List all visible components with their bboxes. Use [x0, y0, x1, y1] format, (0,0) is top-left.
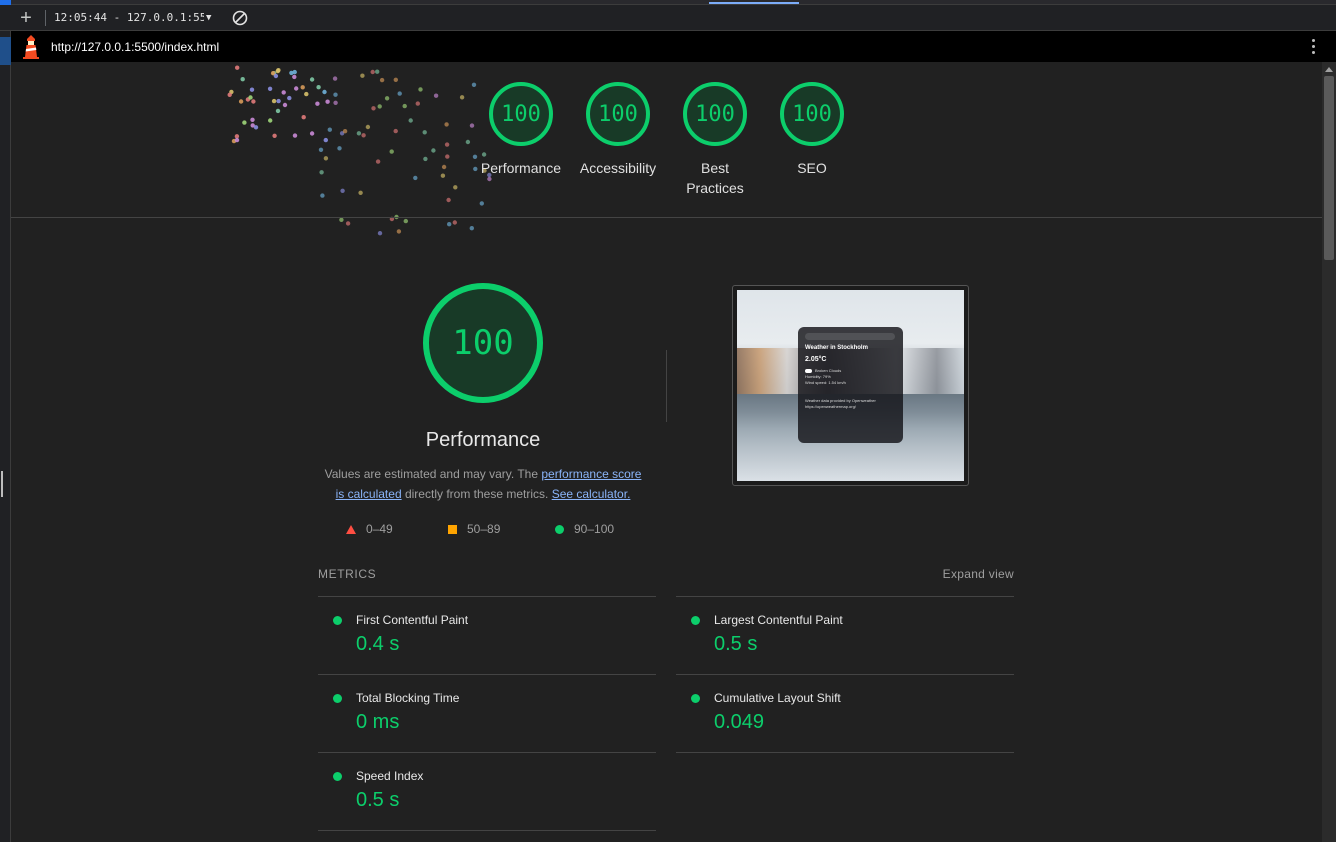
report-content: 100 Performance 100 Accessibility 100 Be…: [11, 62, 1322, 842]
gauge-label: Best Practices: [686, 160, 744, 196]
gauge-best-practices[interactable]: 100 Best Practices: [665, 82, 765, 198]
performance-score-link[interactable]: performance score: [541, 467, 641, 481]
gauge-ring: 100: [489, 82, 553, 146]
add-report-button[interactable]: +: [13, 5, 39, 31]
metric-divider: [318, 830, 656, 831]
cloud-icon: [805, 368, 812, 373]
performance-gauge: 100: [423, 283, 543, 403]
gauge-performance[interactable]: 100 Performance: [471, 82, 571, 178]
metrics-heading: METRICS: [318, 567, 377, 581]
gauge-ring: 100: [683, 82, 747, 146]
scroll-up-icon[interactable]: [1325, 67, 1333, 72]
square-icon: [448, 524, 457, 534]
legend-pass: 90–100: [555, 522, 614, 536]
report-url: http://127.0.0.1:5500/index.html: [51, 39, 220, 54]
screenshot-image: Weather in Stockholm 2.05°C Broken Cloud…: [737, 290, 964, 481]
side-accent-lower: [0, 37, 11, 65]
gauge-accessibility[interactable]: 100 Accessibility: [568, 82, 668, 178]
gauge-ring: 100: [586, 82, 650, 146]
calculator-link[interactable]: See calculator.: [552, 487, 631, 501]
pass-icon: [691, 694, 700, 703]
performance-title: Performance: [425, 429, 541, 451]
confetti-dot: [345, 221, 351, 226]
performance-description: Values are estimated and may vary. The p…: [324, 467, 642, 501]
triangle-icon: [346, 524, 356, 534]
confetti-dot: [469, 226, 474, 231]
more-vert-icon[interactable]: [1312, 39, 1316, 55]
confetti-dot: [452, 220, 457, 225]
metric-divider: [676, 752, 1014, 753]
search-bar: [805, 333, 895, 340]
panel-resize-edge: [0, 31, 11, 842]
metrics-header: METRICS Expand view: [318, 567, 1014, 581]
report-select-value: 12:05:44 - 127.0.0.1:5500: [54, 11, 204, 24]
metric-first-contentful-paint: First Contentful Paint 0.4 s: [318, 596, 656, 674]
gauge-label: SEO: [797, 160, 827, 176]
metric-largest-contentful-paint: Largest Contentful Paint 0.5 s: [676, 596, 1014, 674]
expand-view-button[interactable]: Expand view: [943, 567, 1014, 581]
resize-handle[interactable]: [1, 471, 3, 497]
gauge-label: Performance: [480, 160, 562, 176]
gauge-label: Accessibility: [579, 160, 657, 176]
pass-icon: [691, 616, 700, 625]
toolbar-separator: [45, 9, 46, 26]
report-url-bar: http://127.0.0.1:5500/index.html: [11, 31, 1336, 62]
chevron-down-icon: ▼: [206, 12, 212, 23]
lighthouse-logo-icon: [22, 34, 40, 59]
gauge-ring: 100: [780, 82, 844, 146]
report-select[interactable]: 12:05:44 - 127.0.0.1:5500 ▼: [54, 11, 214, 24]
confetti-dot: [339, 217, 344, 222]
clear-icon[interactable]: [232, 10, 248, 26]
confetti-dot: [447, 222, 452, 227]
sticky-scores-header: 100 Performance 100 Accessibility 100 Be…: [11, 62, 1322, 218]
confetti-dot: [396, 229, 402, 234]
pass-icon: [333, 616, 342, 625]
weather-card: Weather in Stockholm 2.05°C Broken Cloud…: [798, 327, 903, 443]
metric-total-blocking-time: Total Blocking Time 0 ms: [318, 674, 656, 752]
scrollbar-thumb[interactable]: [1324, 76, 1334, 260]
pass-icon: [333, 772, 342, 781]
lighthouse-report-window: + 12:05:44 - 127.0.0.1:5500 ▼ http://127…: [0, 0, 1336, 842]
confetti-dot: [377, 231, 383, 236]
active-tab-indicator: [709, 2, 799, 4]
circle-icon: [555, 524, 564, 534]
vertical-scrollbar[interactable]: [1322, 62, 1336, 842]
pass-icon: [333, 694, 342, 703]
legend-average: 50–89: [448, 522, 500, 536]
performance-score: 100: [452, 323, 514, 363]
gauge-seo[interactable]: 100 SEO: [762, 82, 862, 178]
confetti-dot: [403, 218, 408, 224]
final-screenshot[interactable]: Weather in Stockholm 2.05°C Broken Cloud…: [732, 285, 969, 486]
devtools-toolbar: + 12:05:44 - 127.0.0.1:5500 ▼: [0, 5, 1336, 31]
metric-speed-index: Speed Index 0.5 s: [318, 752, 656, 830]
vertical-divider: [666, 350, 667, 422]
performance-score-link-cont[interactable]: is calculated: [336, 487, 402, 501]
metric-cumulative-layout-shift: Cumulative Layout Shift 0.049: [676, 674, 1014, 752]
legend-fail: 0–49: [346, 522, 393, 536]
